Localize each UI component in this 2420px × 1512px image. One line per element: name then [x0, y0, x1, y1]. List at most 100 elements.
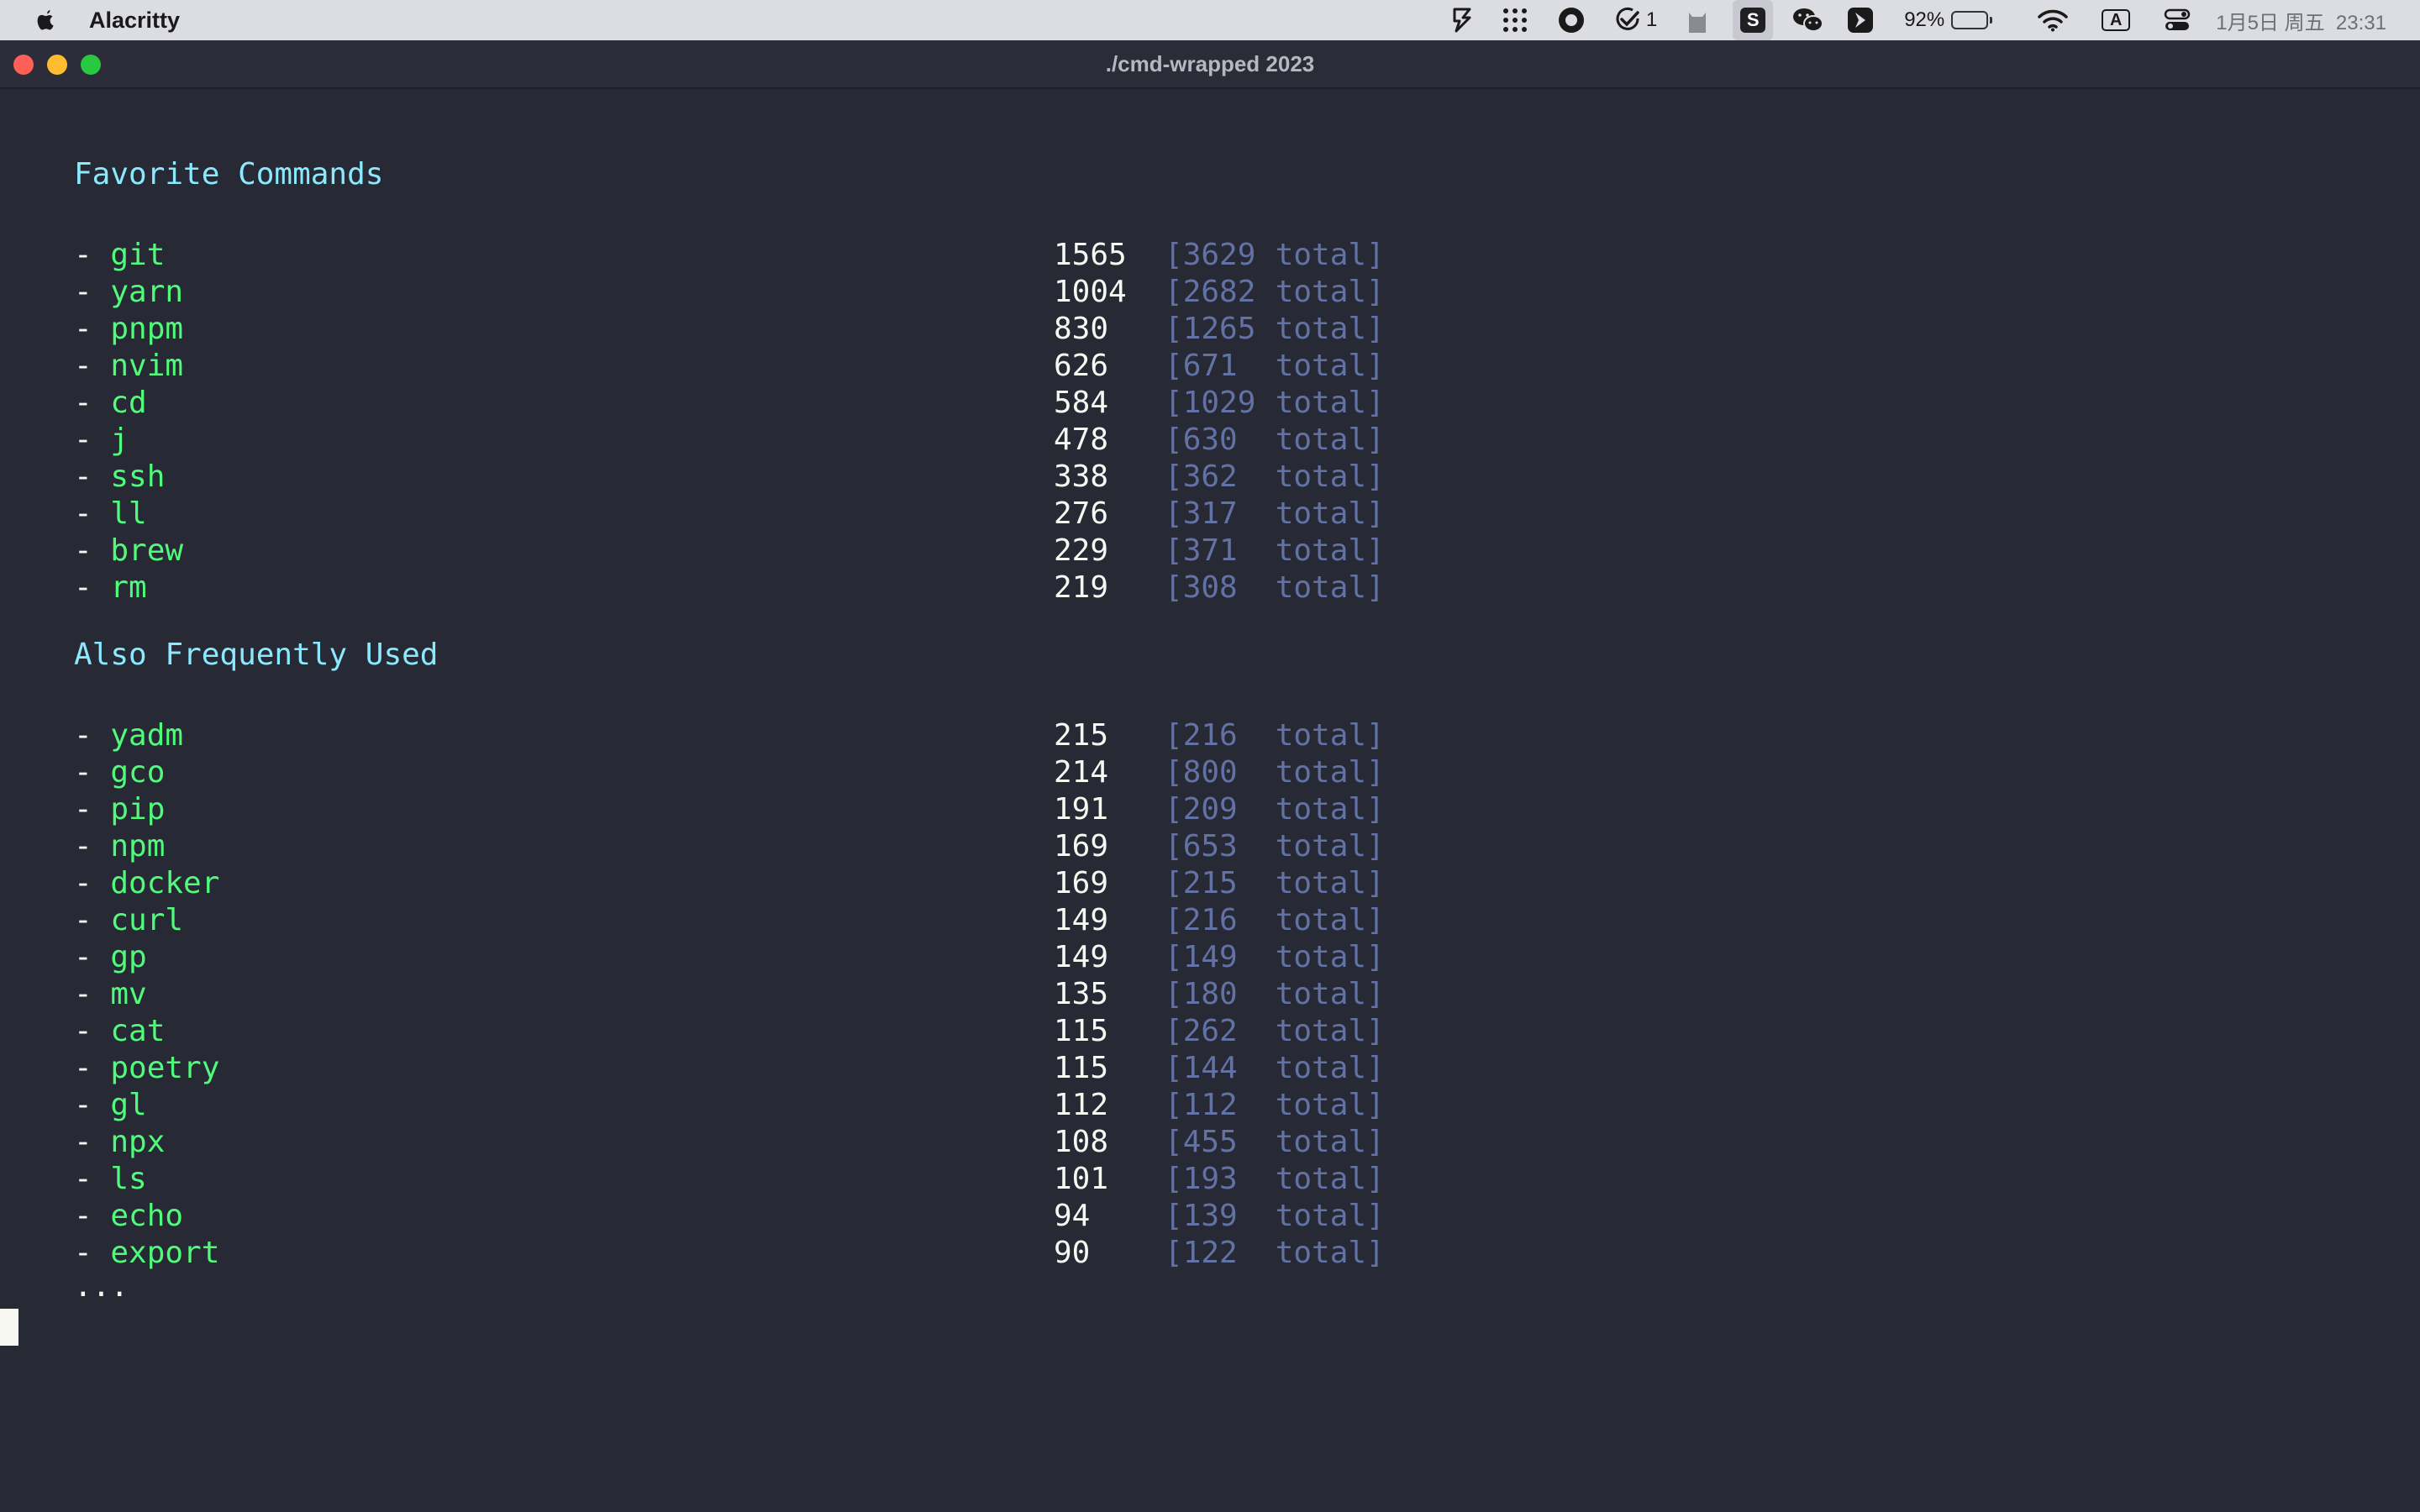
favorite-commands-heading: Favorite Commands: [74, 157, 384, 192]
scrivener-s-icon[interactable]: S: [1733, 0, 1774, 40]
command-count: 169: [1054, 866, 1109, 900]
total-suffix: total]: [1275, 570, 1385, 605]
open-bracket: [: [1165, 1236, 1183, 1270]
total-value: 216: [1182, 903, 1238, 937]
list-dash: -: [74, 386, 111, 420]
window-title: ./cmd-wrapped 2023: [1105, 51, 1315, 76]
command-total: [144 total]: [1165, 1050, 1385, 1087]
command-name: cd: [110, 386, 147, 420]
open-bracket: [: [1165, 570, 1183, 605]
command-row: - gco 214 [800 total]: [74, 754, 1754, 791]
terminal-cursor: [0, 1309, 18, 1346]
apple-icon[interactable]: [34, 8, 57, 33]
total-value: 653: [1182, 829, 1238, 864]
command-name: gl: [110, 1088, 147, 1122]
cat-icon[interactable]: [1686, 0, 1709, 40]
command-name: curl: [110, 903, 184, 937]
checks-count: 1: [1645, 8, 1658, 31]
command-name: brew: [110, 533, 184, 568]
command-total: [215 total]: [1165, 865, 1385, 902]
command-count: 830: [1054, 312, 1109, 346]
open-bracket: [: [1165, 275, 1183, 309]
total-suffix: total]: [1275, 1014, 1385, 1048]
terminal-output[interactable]: Favorite Commands - git 1565 [3629 total] - …: [0, 89, 2420, 1512]
command-name: ssh: [110, 459, 166, 494]
list-dash: -: [74, 940, 111, 974]
command-total: [455 total]: [1165, 1124, 1385, 1161]
wechat-icon[interactable]: [1791, 0, 1825, 40]
total-value: 215: [1182, 866, 1238, 900]
list-dash: -: [74, 718, 111, 753]
total-suffix: total]: [1275, 903, 1385, 937]
total-value: 800: [1182, 755, 1238, 790]
total-suffix: total]: [1275, 829, 1385, 864]
battery-indicator[interactable]: 92%: [1904, 0, 1993, 40]
command-row: - ssh 338 [362 total]: [74, 459, 1754, 496]
total-value: 144: [1182, 1051, 1238, 1085]
total-suffix: total]: [1275, 386, 1385, 420]
command-name: rm: [110, 570, 147, 605]
total-value: 1029: [1182, 386, 1256, 420]
control-center-icon[interactable]: [2164, 0, 2191, 40]
list-dash: -: [74, 792, 111, 827]
command-row: - gp 149 [149 total]: [74, 939, 1754, 976]
input-source[interactable]: A: [2102, 0, 2131, 40]
open-bracket: [: [1165, 718, 1183, 753]
open-bracket: [: [1165, 1088, 1183, 1122]
list-dash: -: [74, 1088, 111, 1122]
command-total: [112 total]: [1165, 1087, 1385, 1124]
command-total: [262 total]: [1165, 1013, 1385, 1050]
command-count: 478: [1054, 423, 1109, 457]
command-row: - yadm 215 [216 total]: [74, 717, 1754, 754]
app-name-menu[interactable]: Alacritty: [89, 8, 180, 34]
list-dash: -: [74, 423, 111, 457]
command-row: - npm 169 [653 total]: [74, 828, 1754, 865]
command-count: 135: [1054, 977, 1109, 1011]
command-name: gp: [110, 940, 147, 974]
command-total: [371 total]: [1165, 533, 1385, 570]
command-count: 149: [1054, 903, 1109, 937]
command-name: nvim: [110, 349, 184, 383]
also-frequently-used-heading: Also Frequently Used: [74, 638, 439, 672]
check-icon[interactable]: 1: [1614, 0, 1657, 40]
input-source-icon: A: [2102, 9, 2131, 31]
total-suffix: total]: [1275, 866, 1385, 900]
total-suffix: total]: [1275, 792, 1385, 827]
command-count: 90: [1054, 1236, 1091, 1270]
menu-bar: Alacritty 1 S 92% A 1月5日 周五 23:31: [0, 0, 2420, 40]
total-value: 180: [1182, 977, 1238, 1011]
command-total: [209 total]: [1165, 791, 1385, 828]
list-dash: -: [74, 1051, 111, 1085]
list-dash: -: [74, 1199, 111, 1233]
command-total: [800 total]: [1165, 754, 1385, 791]
total-value: 262: [1182, 1014, 1238, 1048]
grid-icon[interactable]: [1502, 0, 1528, 40]
bird-icon[interactable]: [1847, 0, 1874, 40]
open-bracket: [: [1165, 423, 1183, 457]
command-row: - mv 135 [180 total]: [74, 976, 1754, 1013]
command-count: 584: [1054, 386, 1109, 420]
open-bracket: [: [1165, 386, 1183, 420]
list-dash: -: [74, 349, 111, 383]
command-name: ls: [110, 1162, 147, 1196]
command-total: [122 total]: [1165, 1235, 1385, 1272]
scrivener-icon[interactable]: [1451, 0, 1473, 40]
command-count: 169: [1054, 829, 1109, 864]
list-dash: -: [74, 459, 111, 494]
list-dash: -: [74, 866, 111, 900]
command-row: - echo 94 [139 total]: [74, 1198, 1754, 1235]
total-suffix: total]: [1275, 459, 1385, 494]
record-icon[interactable]: [1557, 0, 1586, 40]
wifi-icon[interactable]: [2038, 0, 2068, 40]
list-dash: -: [74, 1014, 111, 1048]
total-value: 630: [1182, 423, 1238, 457]
total-value: 139: [1182, 1199, 1238, 1233]
command-name: docker: [110, 866, 220, 900]
clock[interactable]: 1月5日 周五 23:31: [2216, 0, 2386, 40]
command-row: - npx 108 [455 total]: [74, 1124, 1754, 1161]
command-count: 1565: [1054, 238, 1127, 272]
command-name: yadm: [110, 718, 184, 753]
list-dash: -: [74, 1236, 111, 1270]
command-total: [2682 total]: [1165, 274, 1385, 311]
list-dash: -: [74, 755, 111, 790]
